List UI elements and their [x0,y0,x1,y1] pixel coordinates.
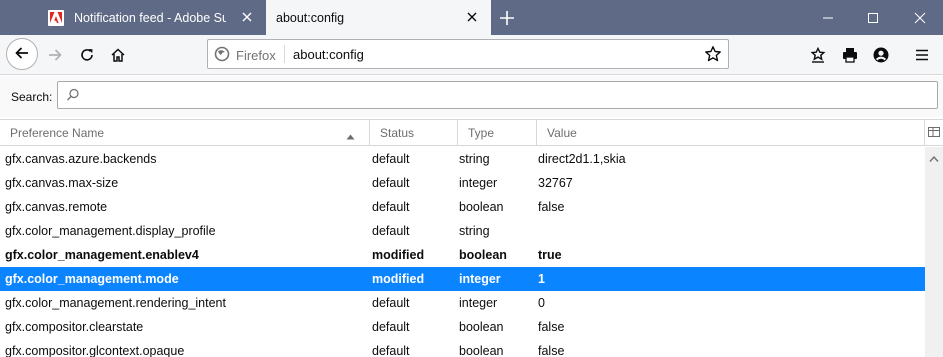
close-icon[interactable] [910,8,930,28]
search-box[interactable] [57,81,938,109]
reload-icon[interactable] [75,43,99,67]
pref-status: modified [372,272,425,286]
bookmark-star-icon[interactable] [704,45,722,63]
column-label: Preference Name [10,125,105,140]
menu-icon[interactable] [910,43,934,67]
pref-status: default [372,296,410,310]
preferences-list: gfx.canvas.azure.backends default string… [0,147,925,357]
pref-row[interactable]: gfx.compositor.clearstate default boolea… [0,315,925,339]
preferences-header: Preference Name Status Type Value [0,119,943,146]
identity-label: Firefox [236,48,276,63]
column-label: Status [380,125,415,140]
minimize-icon[interactable] [818,8,838,28]
tab-title: about:config [276,10,345,25]
pref-row-modified[interactable]: gfx.color_management.enablev4 modified b… [0,243,925,267]
library-icon[interactable] [806,43,830,67]
pref-value: true [538,248,562,262]
pref-name: gfx.canvas.azure.backends [5,152,157,166]
pref-row[interactable]: gfx.compositor.glcontext.opaque default … [0,339,925,357]
pref-name: gfx.color_management.mode [5,272,179,286]
pref-type: boolean [459,320,504,334]
tab-about-config[interactable]: about:config [266,0,491,35]
pref-status: default [372,200,410,214]
pref-name: gfx.canvas.max-size [5,176,119,190]
home-icon[interactable] [106,43,130,67]
sort-ascending-icon [346,129,355,140]
pref-name: gfx.color_management.display_profile [5,224,216,238]
pref-value: false [538,320,565,334]
pref-status: modified [372,248,425,262]
adobe-icon [48,9,64,26]
url-text[interactable]: about:config [293,47,364,62]
pref-type: string [459,152,490,166]
pref-status: default [372,176,410,190]
plus-icon[interactable] [497,8,517,28]
pref-name: gfx.color_management.rendering_intent [5,296,226,310]
column-label: Value [547,125,577,140]
pref-status: default [372,344,410,357]
pref-value: 1 [538,272,545,286]
pref-row[interactable]: gfx.canvas.max-size default integer 3276… [0,171,925,195]
pref-row[interactable]: gfx.color_management.display_profile def… [0,219,925,243]
pref-type: boolean [459,344,504,357]
pref-status: default [372,320,410,334]
firefox-icon [214,46,230,65]
search-label: Search: [11,90,53,104]
tab-title: Notification feed - Adobe Support [74,10,226,25]
column-picker-icon[interactable] [927,125,941,139]
forward-icon[interactable] [43,43,67,67]
pref-value: false [538,344,565,357]
close-icon[interactable] [240,10,254,24]
pref-value: false [538,200,565,214]
pref-name: gfx.compositor.glcontext.opaque [5,344,185,357]
scrollbar[interactable] [925,147,943,357]
pref-row[interactable]: gfx.color_management.rendering_intent de… [0,291,925,315]
column-header-status[interactable]: Status [370,120,458,145]
identity-box[interactable]: Firefox [214,46,276,65]
url-bar[interactable]: Firefox about:config [207,39,729,69]
pref-status: default [372,152,410,166]
column-header-type[interactable]: Type [458,120,537,145]
pref-row[interactable]: gfx.canvas.remote default boolean false [0,195,925,219]
pref-value: direct2d1.1,skia [538,152,626,166]
account-icon[interactable] [869,43,893,67]
print-icon[interactable] [838,43,862,67]
pref-row-selected[interactable]: gfx.color_management.mode modified integ… [0,267,925,291]
column-header-preference-name[interactable]: Preference Name [0,120,370,145]
pref-status: default [372,224,410,238]
scroll-up-icon[interactable] [929,152,939,162]
back-icon [14,45,30,64]
column-header-value[interactable]: Value [537,120,925,145]
tab-adobe-notification[interactable]: Notification feed - Adobe Support [39,0,266,35]
url-separator [284,45,285,63]
back-button[interactable] [6,38,38,70]
search-row: Search: [0,76,943,117]
pref-type: boolean [459,200,504,214]
pref-type: integer [459,296,498,310]
pref-type: string [459,224,490,238]
tab-strip: Notification feed - Adobe Support about:… [0,0,943,35]
pref-name: gfx.canvas.remote [5,200,108,214]
close-icon[interactable] [465,10,479,24]
pref-name: gfx.compositor.clearstate [5,320,144,334]
pref-type: integer [459,176,498,190]
pref-row[interactable]: gfx.canvas.azure.backends default string… [0,147,925,171]
pref-type: integer [459,272,501,286]
column-label: Type [468,125,495,140]
search-input[interactable] [86,85,926,105]
pref-value: 0 [538,296,545,310]
pref-value: 32767 [538,176,573,190]
pref-name: gfx.color_management.enablev4 [5,248,199,262]
maximize-icon[interactable] [863,8,883,28]
search-icon [66,88,80,102]
pref-type: boolean [459,248,507,262]
navigation-toolbar: Firefox about:config [0,35,943,75]
